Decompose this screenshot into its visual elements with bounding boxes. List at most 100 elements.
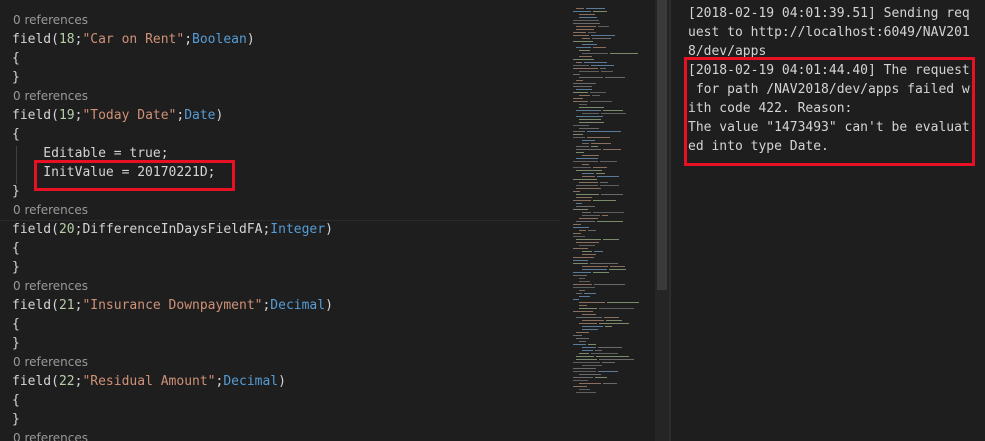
references-codelens: 0 references: [13, 355, 88, 369]
minimap-stroke: [582, 140, 595, 141]
minimap-stroke: [573, 167, 591, 168]
minimap-stroke: [603, 239, 619, 240]
field-number: 21: [58, 298, 75, 313]
brace: }: [12, 336, 20, 351]
minimap-stroke: [573, 134, 583, 135]
minimap-stroke: [584, 293, 596, 294]
minimap-stroke: [586, 8, 605, 9]
minimap-stroke: [576, 149, 601, 150]
minimap-stroke: [588, 344, 596, 345]
minimap-stroke: [588, 32, 596, 33]
minimap-stroke: [594, 284, 625, 285]
minimap[interactable]: [563, 0, 655, 441]
minimap-stroke: [600, 68, 606, 69]
minimap-stroke: [573, 92, 588, 93]
minimap-stroke: [602, 215, 608, 216]
minimap-stroke: [579, 302, 605, 303]
minimap-stroke: [590, 101, 612, 102]
minimap-stroke: [582, 38, 590, 39]
minimap-stroke: [593, 200, 616, 201]
minimap-stroke: [582, 347, 596, 348]
minimap-stroke: [573, 200, 591, 201]
minimap-stroke: [573, 65, 589, 66]
field-number: 19: [58, 108, 75, 123]
field-declaration: field(21;"Insurance Downpayment";Decimal…: [12, 298, 333, 313]
minimap-stroke: [582, 173, 594, 174]
minimap-stroke: [606, 320, 622, 321]
minimap-stroke: [596, 356, 629, 357]
indent-guide: [16, 146, 17, 184]
minimap-stroke: [573, 287, 595, 288]
minimap-stroke: [579, 56, 592, 57]
brace: {: [12, 393, 20, 408]
code-editor[interactable]: 0 references field(18;"Car on Rent";Boole…: [0, 0, 560, 441]
minimap-stroke: [576, 8, 584, 9]
minimap-stroke: [582, 350, 593, 351]
minimap-stroke: [602, 362, 615, 363]
brace: {: [12, 241, 20, 256]
minimap-stroke: [582, 113, 599, 114]
minimap-stroke: [579, 17, 597, 18]
minimap-stroke: [573, 161, 598, 162]
minimap-stroke: [576, 332, 589, 333]
minimap-stroke: [573, 260, 588, 261]
minimap-stroke: [576, 116, 603, 117]
minimap-stroke: [582, 251, 592, 252]
minimap-stroke: [599, 323, 629, 324]
minimap-stroke: [573, 209, 588, 210]
brace: }: [12, 260, 20, 275]
minimap-stroke: [591, 35, 615, 36]
minimap-stroke: [576, 356, 594, 357]
minimap-stroke: [579, 278, 585, 279]
minimap-stroke: [593, 212, 624, 213]
minimap-stroke: [573, 98, 583, 99]
minimap-stroke: [576, 194, 599, 195]
output-line: [2018-02-19 04:01:39.51] Sending req: [688, 6, 970, 21]
minimap-stroke: [576, 158, 598, 159]
minimap-stroke: [576, 47, 591, 48]
minimap-stroke: [573, 248, 588, 249]
minimap-stroke: [576, 170, 602, 171]
minimap-stroke: [579, 50, 590, 51]
minimap-stroke: [576, 62, 582, 63]
brace: {: [12, 317, 20, 332]
references-codelens: 0 references: [13, 13, 88, 27]
minimap-stroke: [573, 362, 600, 363]
minimap-stroke: [600, 161, 617, 162]
minimap-stroke: [579, 383, 601, 384]
minimap-stroke: [609, 269, 626, 270]
minimap-stroke: [610, 53, 638, 54]
minimap-stroke: [584, 62, 607, 63]
minimap-stroke: [573, 299, 579, 300]
minimap-stroke: [576, 242, 599, 243]
minimap-stroke: [579, 104, 587, 105]
minimap-stroke: [573, 23, 600, 24]
minimap-stroke: [573, 377, 593, 378]
minimap-stroke: [596, 173, 605, 174]
minimap-stroke: [591, 353, 618, 354]
minimap-stroke: [573, 11, 591, 12]
field-type: Decimal: [223, 374, 279, 389]
minimap-stroke: [573, 284, 592, 285]
minimap-stroke: [579, 305, 587, 306]
minimap-stroke: [579, 389, 590, 390]
minimap-stroke: [582, 254, 596, 255]
minimap-stroke: [582, 215, 600, 216]
field-name: "Residual Amount": [82, 374, 216, 389]
minimap-stroke: [590, 92, 606, 93]
scrollbar-thumb[interactable]: [657, 0, 667, 290]
minimap-stroke: [582, 143, 589, 144]
minimap-stroke: [603, 383, 617, 384]
minimap-stroke: [573, 224, 581, 225]
field-number: 18: [58, 32, 75, 47]
minimap-stroke: [573, 311, 593, 312]
minimap-stroke: [573, 380, 588, 381]
minimap-stroke: [603, 110, 623, 111]
minimap-stroke: [576, 26, 596, 27]
output-panel: [2018-02-19 04:01:39.51] Sending req uest…: [671, 0, 985, 441]
vertical-scrollbar[interactable]: [655, 0, 669, 441]
minimap-stroke: [576, 89, 592, 90]
field-number: 22: [58, 374, 75, 389]
minimap-stroke: [598, 347, 622, 348]
minimap-stroke: [573, 137, 585, 138]
